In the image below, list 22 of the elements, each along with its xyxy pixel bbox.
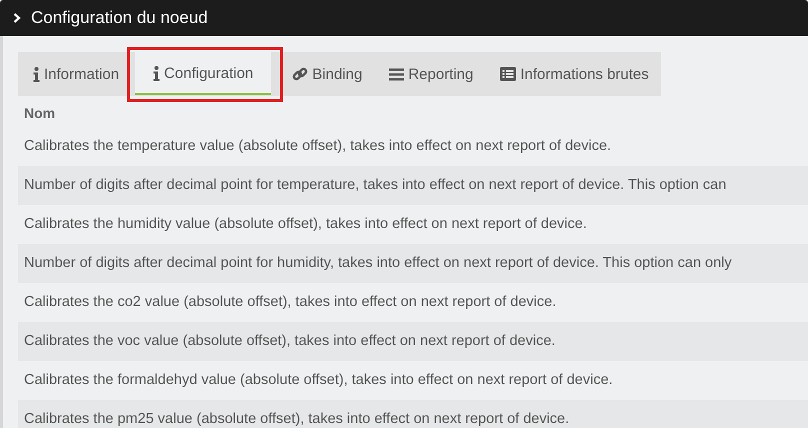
tab[interactable]: Information [18,52,132,96]
tab[interactable]: Reporting [374,52,486,96]
info-icon [33,66,40,82]
table-cell: Calibrates the pm25 value (absolute offset), takes into effect on next report of device. [18,400,808,428]
menu-icon [389,68,404,80]
table-icon [500,67,516,81]
table-cell: Calibrates the voc value (absolute offset), takes into effect on next report of device. [18,322,808,361]
panel-header[interactable]: Configuration du noeud [0,0,808,36]
table-cell-text: Calibrates the co2 value (absolute offset), takes into effect on next report of device. [23,293,558,312]
tab[interactable]: Binding [277,52,374,96]
table-cell-text: Calibrates the formaldehyd value (absolute offset), takes into effect on next report of device. [23,371,614,390]
chevron-icon [13,13,21,23]
tab[interactable]: Informations brutes [485,52,661,96]
info-icon [153,66,160,81]
link-icon [292,66,308,82]
table-cell-text: Calibrates the temperature value (absolute offset), takes into effect on next report of device. [23,137,612,156]
column-header: Nom [23,104,56,123]
table-cell: Number of digits after decimal point for temperature, takes into effect on next report of device. This option can [18,166,808,205]
table-cell-text: Calibrates the humidity value (absolute offset), takes into effect on next report of device. [23,215,588,234]
panel-title: Configuration du noeud [31,8,208,28]
table-cell: Number of digits after decimal point for humidity, takes into effect on next report of device. This option can only [18,244,808,283]
tab[interactable]: Configuration [135,52,272,95]
